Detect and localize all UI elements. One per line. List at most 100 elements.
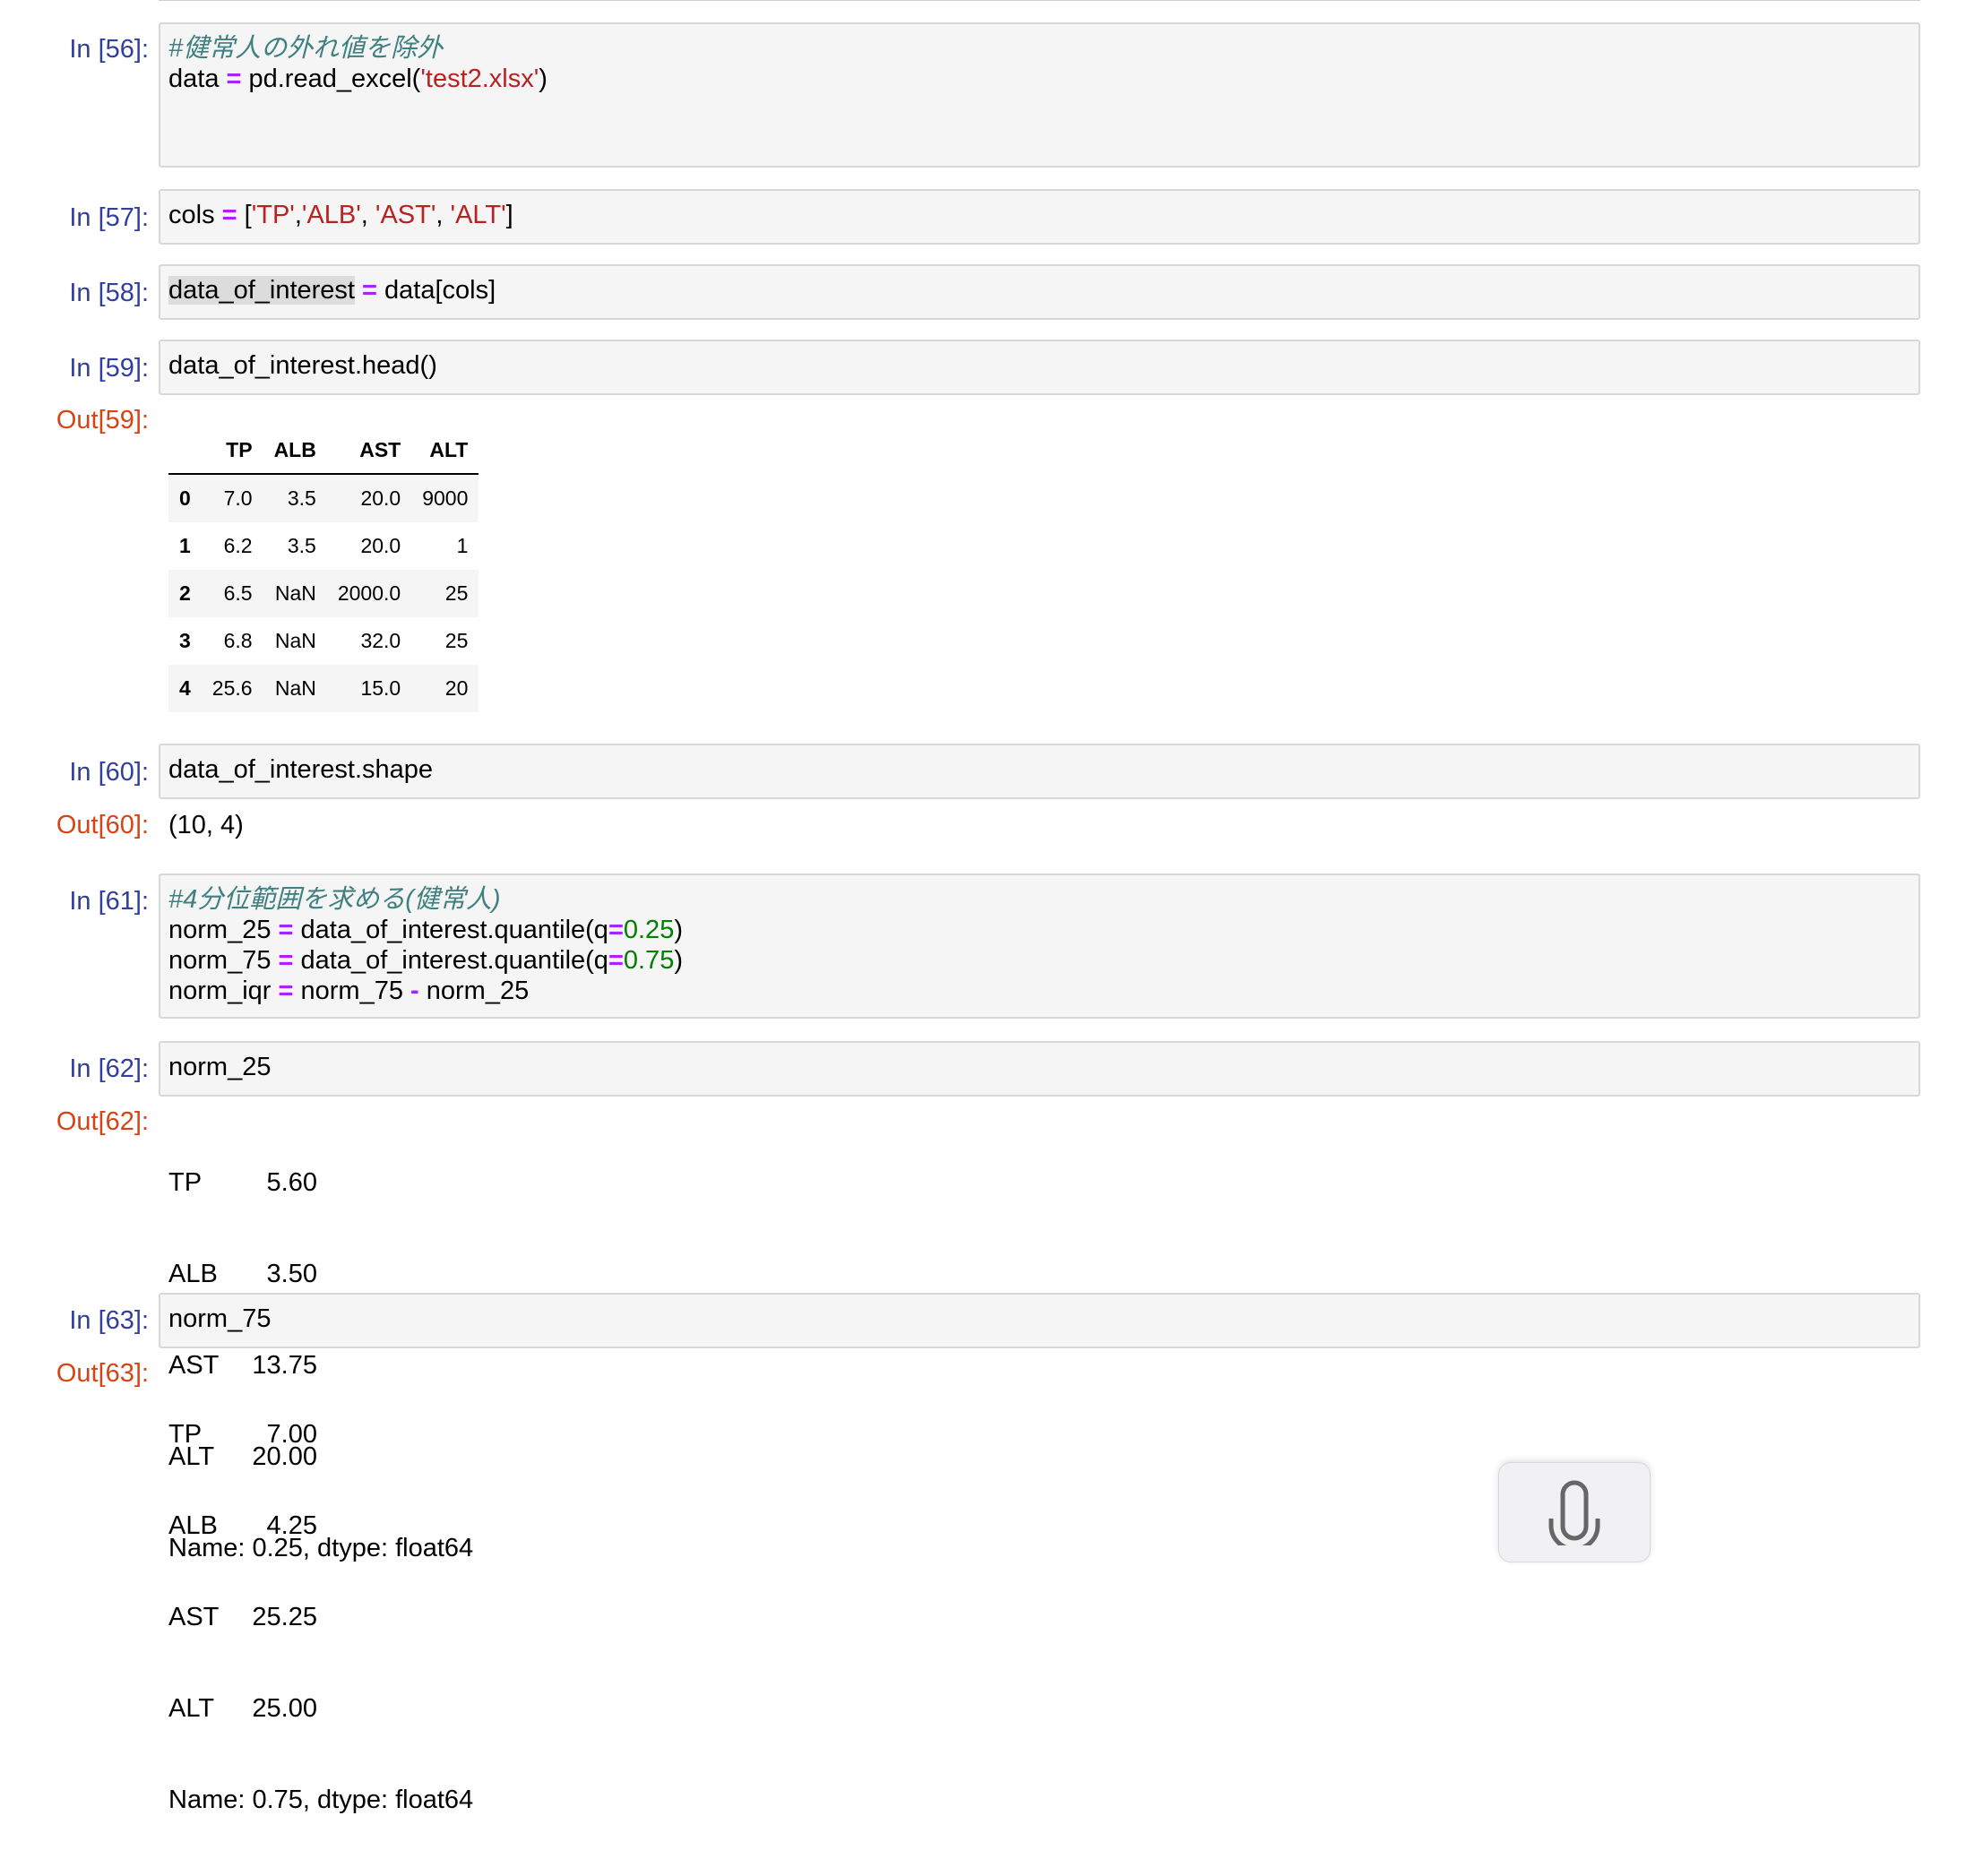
table-row: 1 6.2 3.5 20.0 1 bbox=[168, 522, 479, 570]
table-cell: 3.5 bbox=[287, 534, 316, 557]
code-editor[interactable]: #健常人の外れ値を除外 data = pd.read_excel('test2.… bbox=[159, 22, 1920, 168]
assign-operator: = bbox=[362, 276, 377, 305]
minus-operator: - bbox=[410, 977, 419, 1005]
series-value: 25.25 bbox=[252, 1603, 317, 1631]
output-prompt: Out[59]: bbox=[56, 406, 149, 435]
series-output: TP 7.00 ALB 4.25 AST 25.25 ALT 25.00 Name: 0… bbox=[168, 1358, 473, 1876]
series-row: ALB 3.50 bbox=[168, 1259, 473, 1289]
code-token: norm_iqr bbox=[168, 977, 279, 1005]
number-literal: 0.75 bbox=[623, 946, 675, 975]
series-value: 7.00 bbox=[266, 1420, 317, 1449]
code-token: norm_75 bbox=[293, 977, 411, 1005]
series-label: ALB bbox=[168, 1260, 218, 1288]
code-token: data[cols] bbox=[376, 276, 496, 305]
input-prompt: In [56]: bbox=[69, 35, 149, 64]
series-label: ALB bbox=[168, 1511, 218, 1540]
notebook-top-border bbox=[159, 0, 1920, 1]
code-token: data_of_interest.quantile(q bbox=[293, 946, 608, 975]
output-prompt: Out[60]: bbox=[56, 811, 149, 839]
series-row: ALT 25.00 bbox=[168, 1693, 473, 1724]
table-cell: NaN bbox=[274, 581, 316, 605]
assign-operator: = bbox=[278, 946, 294, 975]
input-prompt: In [63]: bbox=[69, 1306, 149, 1335]
table-cell: 6.8 bbox=[223, 629, 253, 652]
assign-operator: = bbox=[226, 65, 242, 93]
assign-operator: = bbox=[278, 977, 294, 1005]
series-row: AST 25.25 bbox=[168, 1602, 473, 1632]
string-literal: 'AST' bbox=[375, 201, 436, 229]
assign-operator: = bbox=[608, 916, 624, 944]
series-value: 3.50 bbox=[266, 1260, 317, 1288]
table-cell: 6.5 bbox=[223, 581, 253, 605]
code-token: pd.read_excel( bbox=[241, 65, 421, 93]
code-token: cols bbox=[168, 201, 222, 229]
table-row: 4 25.6 NaN 15.0 20 bbox=[168, 665, 479, 712]
input-prompt: In [60]: bbox=[69, 758, 149, 787]
code-token: [ bbox=[237, 201, 252, 229]
code-editor[interactable]: data_of_interest = data[cols] bbox=[159, 264, 1920, 320]
code-token: norm_75 bbox=[168, 946, 279, 975]
row-index: 4 bbox=[179, 676, 191, 700]
table-cell: 9000 bbox=[422, 486, 469, 510]
table-cell: 3.5 bbox=[287, 486, 316, 510]
code-editor[interactable]: data_of_interest.head() bbox=[159, 340, 1920, 395]
code-editor[interactable]: norm_75 bbox=[159, 1293, 1920, 1348]
string-literal: 'ALT' bbox=[450, 201, 506, 229]
series-value: 4.25 bbox=[266, 1511, 317, 1540]
string-literal: 'ALB' bbox=[301, 201, 361, 229]
table-cell: 6.2 bbox=[223, 534, 253, 557]
output-prompt: Out[63]: bbox=[56, 1359, 149, 1388]
highlighted-variable: data_of_interest bbox=[168, 276, 355, 305]
column-header bbox=[168, 426, 202, 475]
code-token: ] bbox=[505, 201, 513, 229]
code-editor[interactable]: data_of_interest.shape bbox=[159, 744, 1920, 799]
series-value: 25.00 bbox=[252, 1694, 317, 1723]
series-value: 5.60 bbox=[266, 1168, 317, 1197]
table-cell: 15.0 bbox=[360, 676, 401, 700]
series-label: AST bbox=[168, 1603, 220, 1631]
number-literal: 0.25 bbox=[623, 916, 675, 944]
column-header: ALT bbox=[411, 426, 479, 475]
table-row: 3 6.8 NaN 32.0 25 bbox=[168, 617, 479, 665]
row-index: 0 bbox=[179, 486, 191, 510]
assign-operator: = bbox=[221, 201, 237, 229]
series-label: TP bbox=[168, 1420, 203, 1449]
table-cell: 20 bbox=[444, 676, 469, 700]
code-token: , bbox=[294, 201, 302, 229]
row-index: 2 bbox=[179, 581, 191, 605]
series-label: ALT bbox=[168, 1694, 215, 1723]
table-cell: 25 bbox=[444, 629, 469, 652]
code-editor[interactable]: norm_25 bbox=[159, 1041, 1920, 1097]
code-token: data bbox=[168, 65, 227, 93]
code-token: norm_25 bbox=[168, 916, 279, 944]
assign-operator: = bbox=[278, 916, 294, 944]
series-row: TP 5.60 bbox=[168, 1167, 473, 1198]
code-comment: #4分位範囲を求める(健常人) bbox=[168, 885, 501, 914]
code-token: norm_25 bbox=[418, 977, 530, 1005]
string-literal: 'TP' bbox=[251, 201, 295, 229]
input-prompt: In [57]: bbox=[69, 203, 149, 232]
table-cell: 7.0 bbox=[223, 486, 253, 510]
column-header: TP bbox=[201, 426, 263, 475]
table-cell: 25 bbox=[444, 581, 469, 605]
microphone-icon bbox=[1548, 1480, 1600, 1552]
code-token: ) bbox=[674, 916, 683, 944]
input-prompt: In [58]: bbox=[69, 279, 149, 307]
column-header: AST bbox=[326, 426, 412, 475]
code-editor[interactable]: cols = ['TP','ALB', 'AST', 'ALT'] bbox=[159, 189, 1920, 245]
series-label: TP bbox=[168, 1168, 203, 1197]
input-prompt: In [61]: bbox=[69, 887, 149, 916]
code-token: data_of_interest.quantile(q bbox=[293, 916, 608, 944]
table-row: 0 7.0 3.5 20.0 9000 bbox=[168, 474, 479, 522]
table-row: 2 6.5 NaN 2000.0 25 bbox=[168, 570, 479, 617]
table-cell: 20.0 bbox=[360, 486, 401, 510]
assign-operator: = bbox=[608, 946, 624, 975]
code-editor[interactable]: #4分位範囲を求める(健常人) norm_25 = data_of_intere… bbox=[159, 873, 1920, 1019]
code-token: , bbox=[435, 201, 451, 229]
code-comment: #健常人の外れ値を除外 bbox=[168, 34, 444, 63]
dictation-button[interactable] bbox=[1498, 1462, 1651, 1562]
output-text: (10, 4) bbox=[168, 811, 244, 839]
series-footer: Name: 0.75, dtype: float64 bbox=[168, 1786, 474, 1814]
input-prompt: In [59]: bbox=[69, 354, 149, 383]
